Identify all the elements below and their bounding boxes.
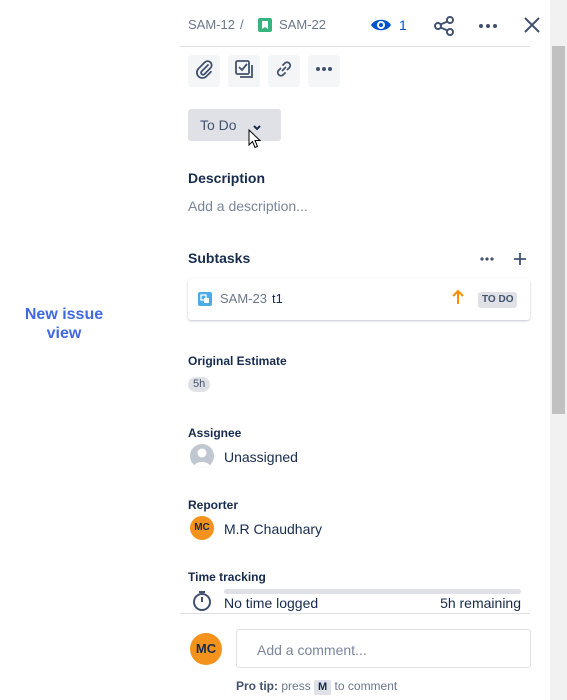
subtask-checkbox-icon	[234, 59, 254, 84]
pro-tip-label: Pro tip:	[236, 679, 278, 693]
breadcrumb-separator: /	[240, 17, 244, 32]
comment-placeholder: Add a comment...	[257, 642, 367, 658]
description-heading: Description	[188, 170, 266, 186]
subtask-status-lozenge: TO DO	[478, 292, 518, 308]
more-icon[interactable]	[477, 15, 499, 42]
original-estimate-label: Original Estimate	[188, 354, 287, 368]
story-icon	[258, 18, 272, 32]
header-divider	[180, 46, 530, 47]
breadcrumb-parent-key[interactable]: SAM-12	[188, 17, 235, 32]
pro-tip: Pro tip: press M to comment	[236, 679, 397, 695]
more-actions-button[interactable]	[308, 55, 340, 87]
subtasks-heading: Subtasks	[188, 250, 251, 266]
original-estimate-value[interactable]: 5h	[188, 377, 211, 392]
link-issue-button[interactable]	[268, 55, 300, 87]
pro-tip-key: M	[314, 680, 332, 695]
description-placeholder[interactable]: Add a description...	[188, 198, 308, 214]
assignee-value[interactable]: Unassigned	[224, 449, 298, 465]
status-label: To Do	[200, 117, 237, 133]
time-logged-text: No time logged	[224, 595, 319, 611]
reporter-label: Reporter	[188, 498, 239, 512]
more-icon	[314, 59, 334, 84]
comment-avatar: MC	[190, 633, 222, 665]
annotation-label: New issue view	[24, 306, 104, 342]
close-icon[interactable]	[522, 15, 542, 40]
subtask-type-icon	[198, 292, 212, 306]
paperclip-icon	[194, 59, 214, 84]
assignee-label: Assignee	[188, 426, 242, 440]
subtask-summary[interactable]: t1	[272, 291, 283, 306]
eye-icon[interactable]	[370, 16, 392, 39]
pro-tip-press: press	[281, 679, 311, 693]
issue-panel: SAM-12 / SAM-22 1 To Do Description Add …	[180, 0, 550, 700]
link-icon	[274, 59, 294, 84]
status-dropdown[interactable]: To Do	[188, 109, 281, 149]
issue-header: SAM-12 / SAM-22 1	[180, 0, 550, 48]
mouse-cursor-icon	[248, 128, 262, 154]
time-tracking-label: Time tracking	[188, 570, 266, 584]
comment-input[interactable]: Add a comment...	[236, 629, 531, 668]
unassigned-avatar-icon	[190, 444, 214, 468]
add-subtask-icon[interactable]	[511, 250, 529, 273]
scrollbar-thumb[interactable]	[552, 46, 565, 414]
time-remaining-text: 5h remaining	[440, 595, 521, 611]
watch-count[interactable]: 1	[399, 17, 407, 33]
subtasks-more-icon[interactable]	[478, 250, 496, 273]
attach-button[interactable]	[188, 55, 220, 87]
time-tracking-bar[interactable]	[224, 589, 521, 594]
share-icon[interactable]	[433, 15, 455, 42]
breadcrumb-issue-key[interactable]: SAM-22	[279, 17, 326, 32]
reporter-avatar: MC	[190, 516, 214, 540]
subtask-row[interactable]: SAM-23 t1 TO DO	[188, 279, 530, 320]
reporter-name[interactable]: M.R Chaudhary	[224, 521, 322, 537]
priority-high-icon	[451, 288, 465, 311]
pro-tip-suffix: to comment	[334, 679, 398, 693]
subtask-key[interactable]: SAM-23	[220, 291, 267, 306]
create-subtask-button[interactable]	[228, 55, 260, 87]
section-divider	[180, 613, 530, 614]
